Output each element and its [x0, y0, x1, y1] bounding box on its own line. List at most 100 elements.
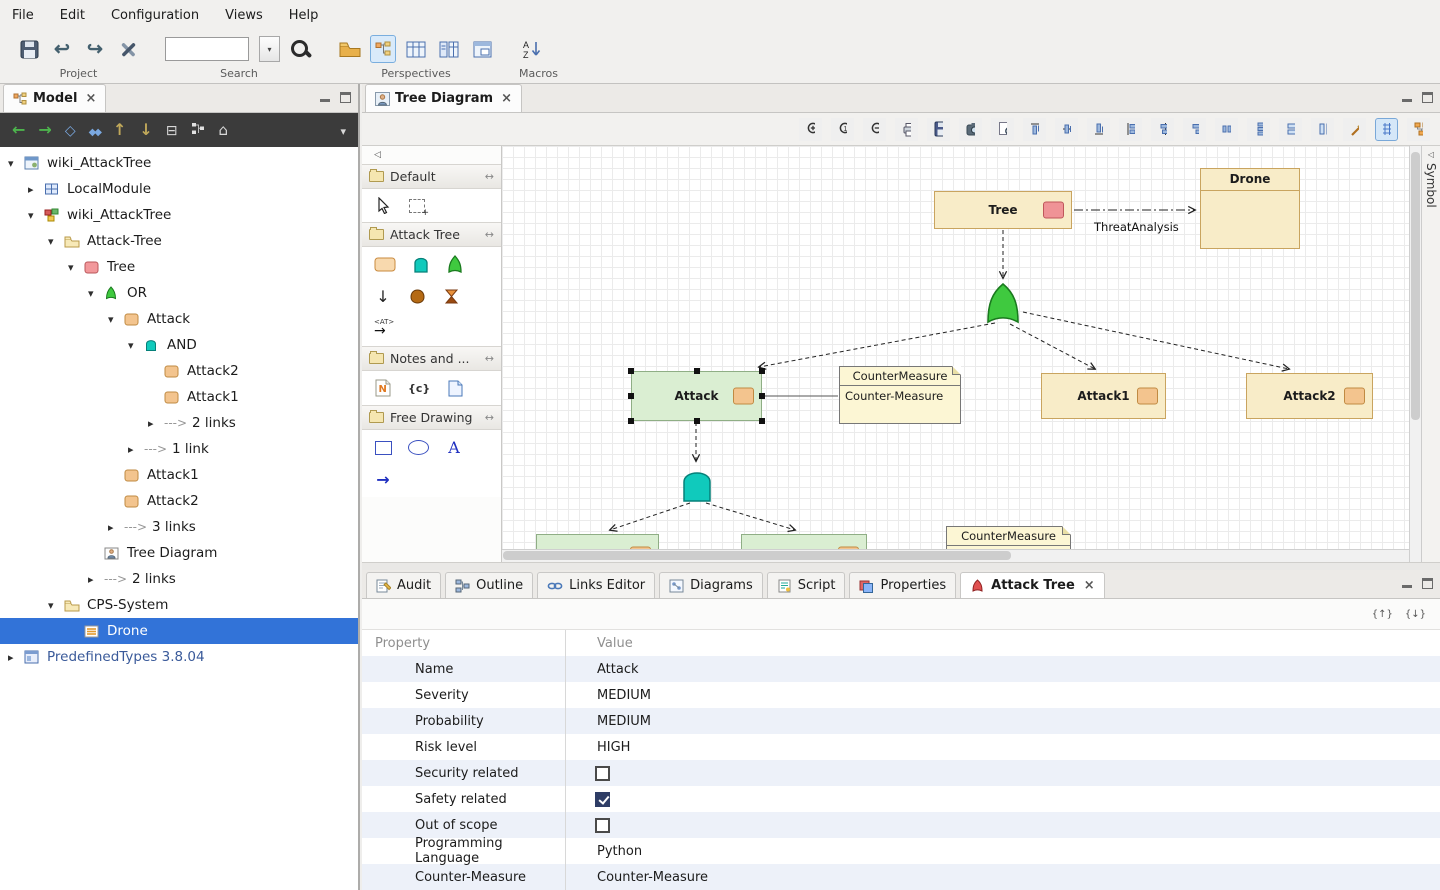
- node-attack1[interactable]: Attack1: [1041, 373, 1166, 419]
- and-gate-tool[interactable]: [412, 255, 430, 274]
- distribute-vertical-button[interactable]: [1247, 118, 1270, 141]
- az-sort-button[interactable]: AZ: [519, 35, 545, 63]
- tree-item-drone[interactable]: Drone: [0, 618, 358, 644]
- rectangle-tool[interactable]: [374, 441, 392, 455]
- node-attack[interactable]: Attack: [631, 371, 762, 421]
- menu-edit[interactable]: Edit: [60, 8, 85, 23]
- cursor-tool[interactable]: [374, 197, 392, 214]
- save-image-button[interactable]: [927, 118, 950, 141]
- zoom-actual-button[interactable]: 1: [831, 118, 854, 141]
- search-dropdown-button[interactable]: [259, 36, 280, 62]
- timer-tool[interactable]: [442, 288, 460, 305]
- value-cell[interactable]: Attack: [565, 662, 1440, 677]
- expand-arrow-icon[interactable]: [28, 183, 44, 196]
- selection-handle[interactable]: [694, 368, 700, 374]
- attack-node-tool[interactable]: [374, 257, 396, 272]
- out-of-scope-checkbox[interactable]: [595, 818, 610, 833]
- palette-section-attack-tree[interactable]: Attack Tree: [362, 222, 501, 247]
- expand-arrow-icon[interactable]: [88, 573, 104, 586]
- back-button[interactable]: [49, 35, 75, 63]
- model-tab[interactable]: Model: [3, 84, 106, 112]
- expand-arrow-icon[interactable]: [8, 157, 24, 170]
- view-menu-icon[interactable]: [340, 122, 346, 138]
- sequence-link-tool[interactable]: [374, 287, 392, 306]
- distribute-horizontal-button[interactable]: [1215, 118, 1238, 141]
- tree-item-predefinedtypes[interactable]: PredefinedTypes 3.8.04: [0, 644, 358, 670]
- selection-handle[interactable]: [759, 368, 765, 374]
- minimize-icon[interactable]: [1402, 578, 1413, 589]
- snap-grid-button[interactable]: [1375, 118, 1398, 141]
- tree-diagram-tab[interactable]: Tree Diagram: [365, 84, 522, 112]
- diagram-canvas[interactable]: Tree Drone ThreatAnalysis Attack: [502, 146, 1410, 562]
- block-drone[interactable]: Drone: [1200, 168, 1300, 249]
- tree-item-attack1-or[interactable]: Attack1: [0, 462, 358, 488]
- text-tool[interactable]: [445, 438, 463, 457]
- tree-item-3-links[interactable]: 3 links: [0, 514, 358, 540]
- expand-arrow-icon[interactable]: [28, 209, 44, 222]
- countermeasure-note-1[interactable]: CounterMeasure Counter-Measure: [839, 366, 961, 424]
- selection-handle[interactable]: [628, 368, 634, 374]
- align-center-button[interactable]: [1151, 118, 1174, 141]
- tree-item-attack1[interactable]: Attack1: [0, 384, 358, 410]
- value-cell[interactable]: MEDIUM: [565, 714, 1440, 729]
- save-button[interactable]: [16, 35, 42, 63]
- move-up-icon[interactable]: [113, 122, 126, 138]
- expand-arrow-icon[interactable]: [148, 417, 164, 430]
- palette-section-free-drawing[interactable]: Free Drawing: [362, 405, 501, 430]
- hierarchy-icon[interactable]: [191, 122, 206, 138]
- tab-diagrams[interactable]: Diagrams: [659, 572, 763, 598]
- tree-item-attack2-or[interactable]: Attack2: [0, 488, 358, 514]
- tree-item-tree[interactable]: Tree: [0, 254, 358, 280]
- align-bottom-button[interactable]: [1087, 118, 1110, 141]
- open-perspective-button[interactable]: [337, 35, 363, 63]
- same-height-button[interactable]: [1311, 118, 1334, 141]
- selection-handle[interactable]: [759, 418, 765, 424]
- sort-ascending-icon[interactable]: [1372, 609, 1393, 620]
- expand-arrow-icon[interactable]: [128, 443, 144, 456]
- selection-handle[interactable]: [759, 393, 765, 399]
- safety-related-checkbox[interactable]: [595, 792, 610, 807]
- maximize-icon[interactable]: [340, 92, 351, 103]
- tools-button[interactable]: [115, 35, 141, 63]
- expand-arrow-icon[interactable]: [48, 599, 64, 612]
- capture-selection-button[interactable]: [991, 118, 1014, 141]
- or-gate-tool[interactable]: [446, 255, 464, 274]
- value-cell[interactable]: HIGH: [565, 740, 1440, 755]
- node-attack2[interactable]: Attack2: [1246, 373, 1373, 419]
- expand-arrow-icon[interactable]: [68, 261, 84, 274]
- expand-arrow-icon[interactable]: [128, 339, 144, 352]
- scrollbar-thumb[interactable]: [1411, 152, 1420, 420]
- node-tree[interactable]: Tree: [934, 191, 1072, 229]
- arrow-tool[interactable]: [374, 470, 392, 489]
- collapse-arrow-icon[interactable]: [1428, 150, 1434, 159]
- edge-label-threatanalysis[interactable]: ThreatAnalysis: [1094, 220, 1179, 234]
- symbol-strip[interactable]: Symbol: [1421, 146, 1440, 562]
- move-down-icon[interactable]: [139, 122, 152, 138]
- constraint-tool[interactable]: [408, 381, 430, 395]
- double-diamond-icon[interactable]: [89, 122, 100, 138]
- tab-links-editor[interactable]: Links Editor: [537, 572, 655, 598]
- marquee-tool[interactable]: [408, 199, 426, 213]
- expand-arrow-icon[interactable]: [108, 521, 124, 534]
- close-icon[interactable]: [1084, 578, 1095, 593]
- tree-item-tree-diagram[interactable]: Tree Diagram: [0, 540, 358, 566]
- security-related-checkbox[interactable]: [595, 766, 610, 781]
- expand-arrow-icon[interactable]: [108, 313, 124, 326]
- tree-item-wiki-attacktree[interactable]: wiki_AttackTree: [0, 150, 358, 176]
- menu-views[interactable]: Views: [225, 8, 263, 23]
- diamond-icon[interactable]: [65, 122, 76, 138]
- tab-audit[interactable]: Audit: [366, 572, 441, 598]
- align-left-button[interactable]: [1119, 118, 1142, 141]
- tree-item-2-links-tree[interactable]: 2 links: [0, 566, 358, 592]
- print-button[interactable]: [895, 118, 918, 141]
- selection-handle[interactable]: [628, 393, 634, 399]
- palette-collapse-icon[interactable]: [362, 146, 501, 164]
- window-perspective-button[interactable]: [469, 35, 495, 63]
- tree-item-wiki-attacktree-model[interactable]: wiki_AttackTree: [0, 202, 358, 228]
- tab-outline[interactable]: Outline: [445, 572, 533, 598]
- scrollbar-thumb[interactable]: [503, 551, 1011, 560]
- column-divider[interactable]: [565, 630, 566, 890]
- close-icon[interactable]: [501, 91, 512, 106]
- model-perspective-button[interactable]: [370, 35, 396, 63]
- nav-back-icon[interactable]: [12, 122, 25, 138]
